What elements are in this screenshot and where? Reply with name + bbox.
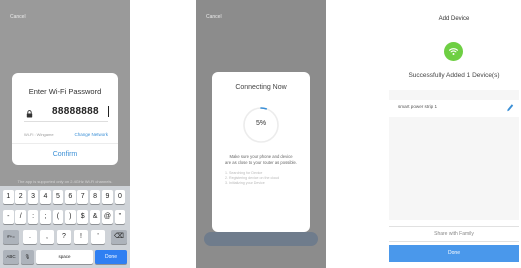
digit-key[interactable]: 9 [102,190,113,204]
device-row[interactable]: smart power strip 1 [389,100,519,117]
wifi-password-dialog: Enter Wi-Fi Password 88888888 Wi-Fi : Wi… [12,73,118,165]
digit-key[interactable]: 3 [27,190,39,204]
punctuation-key[interactable]: ? [57,230,71,244]
cancel-button[interactable]: Cancel [206,14,222,20]
symbol-key[interactable]: " [114,210,126,224]
wifi-icon [448,48,459,55]
cancel-button[interactable]: Cancel [10,14,26,20]
divider [12,143,118,144]
punctuation-key[interactable]: ! [74,230,88,244]
device-list: smart power strip 1 [389,90,519,220]
message-line-2: are as close to your router as possible. [225,159,297,165]
change-network-link[interactable]: Change Network [74,132,108,137]
text-cursor [108,106,109,117]
success-badge [444,42,463,61]
symbol-key[interactable]: & [89,210,101,224]
digit-key[interactable]: 5 [52,190,64,204]
backspace-key[interactable]: ⌫ [111,230,127,244]
success-message: Successfully Added 1 Device(s) [408,72,500,79]
symbol-key[interactable]: ; [40,210,51,224]
symbol-key[interactable]: ( [52,210,64,224]
progress-percent: 5% [255,120,267,127]
lock-icon [26,110,33,118]
digit-key[interactable]: 2 [15,190,26,204]
punctuation-key[interactable]: . [23,230,37,244]
step-3: 3. Initializing your Device [225,181,265,185]
background-button-bar [204,232,318,246]
wifi-note: The app is supported only on 2.4GHz Wi-F… [17,179,113,184]
device-added-screen: Add Device Successfully Added 1 Device(s… [389,0,519,268]
digit-key[interactable]: 4 [40,190,51,204]
symbol-key[interactable]: ) [65,210,76,224]
wifi-password-screen: Cancel Enter Wi-Fi Password 88888888 Wi-… [0,0,130,268]
connecting-screen: Cancel Connecting Now 5% Make sure your … [196,0,326,268]
input-underline [24,121,108,122]
connection-steps: 1. Searching for Device 2. Registering d… [225,171,279,186]
confirm-button[interactable]: Confirm [12,151,118,158]
punctuation-key[interactable]: ' [91,230,105,244]
abc-key[interactable]: ABC [3,250,19,264]
symbol-key[interactable]: @ [102,210,113,224]
digit-key[interactable]: 8 [89,190,101,204]
device-name: smart power strip 1 [398,104,438,109]
digit-key[interactable]: 6 [65,190,76,204]
digit-key[interactable]: 1 [3,190,14,204]
dialog-title: Enter Wi-Fi Password [28,87,102,96]
symbol-key[interactable]: $ [77,210,88,224]
share-with-family-button[interactable]: Share with Family [389,226,519,242]
space-key[interactable]: space [36,250,93,264]
symbol-key[interactable]: - [3,210,14,224]
digit-key[interactable]: 0 [114,190,126,204]
wifi-ssid-label: Wi-Fi : Wingame [24,132,54,137]
digit-key[interactable]: 7 [77,190,88,204]
keyboard: 1234567890 - /:;() $ & @ " #+= .,?! ' ⌫ ABC 🎙 … [0,186,130,268]
connecting-message: Make sure your phone and device are as c… [212,154,310,165]
pencil-icon[interactable] [506,103,514,113]
symbols-key[interactable]: #+= [3,230,19,244]
microphone-key[interactable]: 🎙 [21,250,34,264]
symbol-key[interactable]: : [27,210,39,224]
connecting-title: Connecting Now [235,84,287,91]
page-title: Add Device [438,16,470,22]
done-key[interactable]: Done [95,250,127,264]
symbol-key[interactable]: / [15,210,26,224]
punctuation-key[interactable]: , [40,230,54,244]
connecting-dialog: Connecting Now 5% Make sure your phone a… [212,72,310,232]
password-input[interactable]: 88888888 [52,106,99,117]
done-button[interactable]: Done [389,245,519,262]
